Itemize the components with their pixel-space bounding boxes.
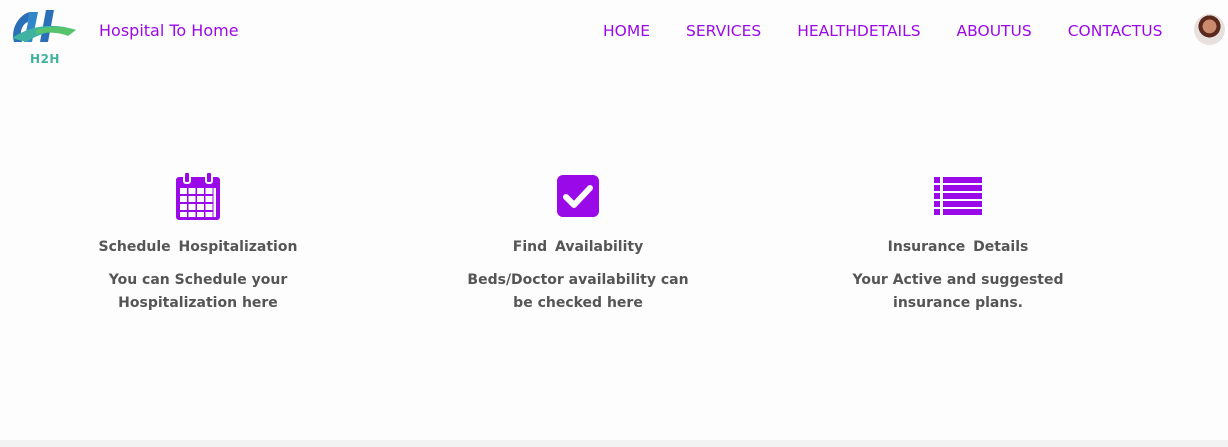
footer-edge	[0, 440, 1228, 447]
page: H2H Hospital To Home HOME SERVICES HEALT…	[0, 0, 1228, 447]
feature-schedule: Schedule Hospitalization You can Schedul…	[48, 170, 348, 315]
calendar-icon	[176, 171, 220, 220]
logo[interactable]: H2H	[6, 8, 78, 66]
feature-description: You can Schedule your Hospitalization he…	[108, 272, 288, 311]
brand-name[interactable]: Hospital To Home	[99, 21, 239, 40]
feature-title: Schedule Hospitalization	[98, 239, 298, 255]
feature-description: Beds/Doctor availability can be checked …	[467, 272, 689, 311]
feature-title: Find Availability	[512, 239, 644, 255]
logo-text: H2H	[30, 52, 60, 66]
feature-title: Insurance Details	[887, 239, 1029, 255]
feature-description: Your Active and suggested insurance plan…	[852, 272, 1064, 311]
check-square-icon	[557, 175, 599, 217]
nav-healthdetails[interactable]: HEALTHDETAILS	[797, 22, 920, 40]
main-nav: HOME SERVICES HEALTHDETAILS ABOUTUS CONT…	[603, 22, 1162, 40]
feature-insurance: Insurance Details Your Active and sugges…	[808, 170, 1108, 315]
feature-availability: Find Availability Beds/Doctor availabili…	[428, 170, 728, 315]
avatar[interactable]	[1194, 14, 1225, 45]
nav-home[interactable]: HOME	[603, 22, 650, 40]
nav-services[interactable]: SERVICES	[686, 22, 761, 40]
list-icon	[934, 177, 982, 215]
nav-aboutus[interactable]: ABOUTUS	[957, 22, 1032, 40]
nav-contactus[interactable]: CONTACTUS	[1068, 22, 1163, 40]
header: H2H Hospital To Home HOME SERVICES HEALT…	[0, 0, 1228, 70]
